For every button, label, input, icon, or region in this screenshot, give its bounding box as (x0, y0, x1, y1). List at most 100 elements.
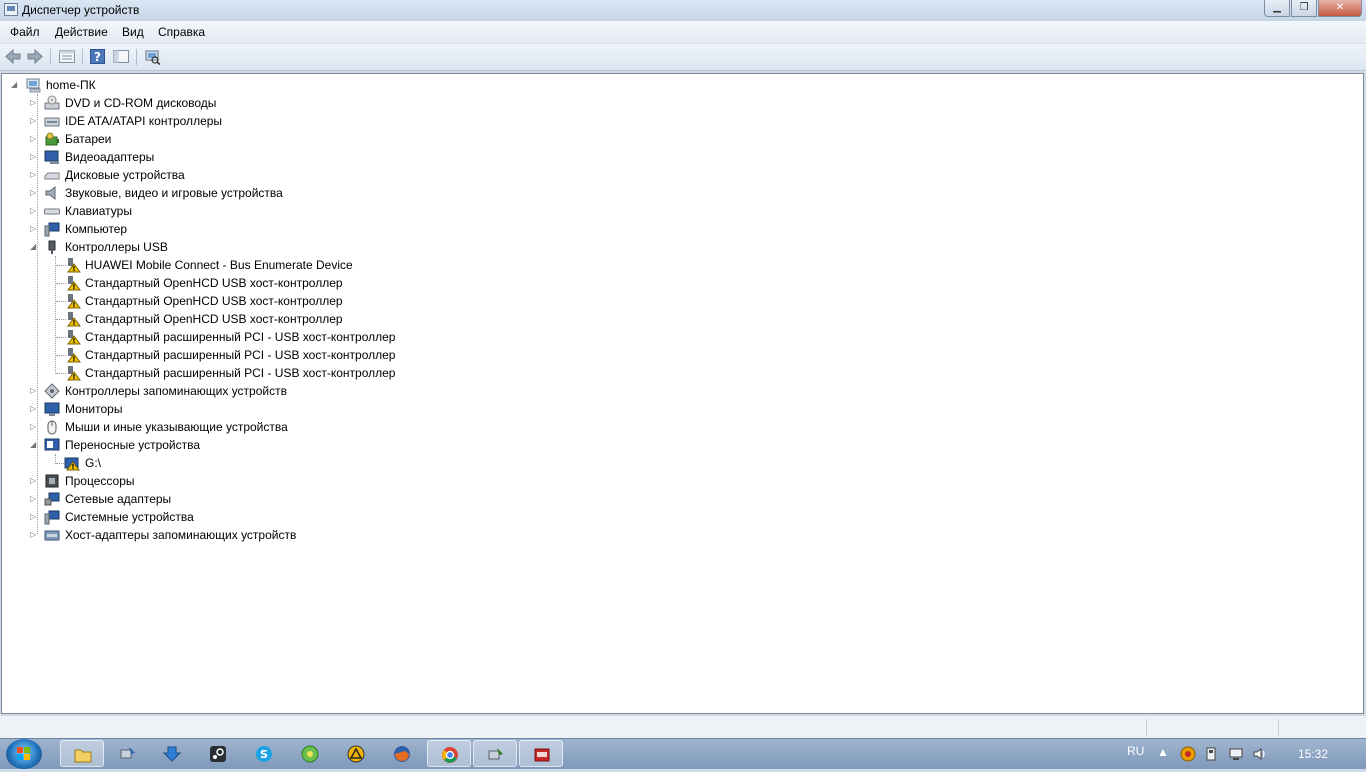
tree-item-label: Хост-адаптеры запоминающих устройств (65, 528, 297, 542)
expand-arrow-icon[interactable]: ▷ (30, 152, 39, 161)
taskbar-app[interactable] (519, 740, 563, 767)
tree-root-label: home-ПК (46, 78, 96, 92)
svg-text:!: ! (72, 283, 75, 291)
tree-item-label: Звуковые, видео и игровые устройства (65, 186, 283, 200)
red-app-icon (534, 748, 550, 762)
start-button[interactable] (6, 739, 42, 769)
expand-arrow-icon[interactable]: ▷ (30, 530, 39, 539)
disk-drive-icon (44, 172, 60, 180)
device-manager-icon (4, 3, 18, 16)
warning-device-icon: ! (67, 294, 81, 309)
network-adapter-icon (44, 492, 60, 506)
tree-item-label: Дисковые устройства (65, 168, 185, 182)
display-adapter-icon (44, 150, 59, 164)
taskbar-steam[interactable] (196, 740, 240, 767)
expand-arrow-icon[interactable]: ▷ (30, 188, 39, 197)
svg-text:!: ! (72, 301, 75, 309)
windows-logo-icon (17, 747, 30, 760)
svg-text:!: ! (71, 463, 74, 471)
expand-arrow-icon[interactable]: ▷ (30, 224, 39, 233)
usb-icon (48, 240, 56, 254)
skype-icon: S (256, 746, 272, 762)
taskbar-device-manager[interactable] (473, 740, 517, 767)
tree-item-label: Переносные устройства (65, 438, 201, 452)
expand-arrow-icon[interactable]: ▷ (30, 98, 39, 107)
collapse-arrow-icon[interactable]: ◢ (30, 440, 39, 449)
computer-icon (44, 222, 60, 237)
tree-item-label: Стандартный расширенный PCI - USB хост-к… (85, 366, 396, 380)
close-button[interactable]: ✕ (1318, 0, 1362, 17)
expand-arrow-icon[interactable]: ▷ (30, 476, 39, 485)
steam-icon (210, 746, 226, 762)
status-bar (0, 715, 1366, 739)
minimize-button[interactable]: ▁ (1264, 0, 1290, 17)
tree-item-label: Батареи (65, 132, 112, 146)
tree-item-label: Видеоадаптеры (65, 150, 155, 164)
expand-arrow-icon[interactable]: ▷ (30, 494, 39, 503)
volume-tray-icon[interactable] (1252, 746, 1268, 762)
expand-arrow-icon[interactable]: ▷ (30, 134, 39, 143)
back-icon[interactable] (4, 48, 22, 65)
battery-icon (45, 132, 59, 146)
storage-controller-icon (44, 383, 60, 399)
scan-hardware-icon[interactable] (143, 48, 161, 65)
download-icon (163, 746, 181, 762)
collapse-arrow-icon[interactable]: ◢ (30, 242, 39, 251)
firefox-icon (394, 746, 410, 762)
taskbar-skype[interactable]: S (242, 740, 286, 767)
forward-icon[interactable] (26, 48, 44, 65)
speaker-icon (45, 185, 56, 201)
portable-device-icon (44, 438, 60, 451)
expand-arrow-icon[interactable]: ▷ (30, 116, 39, 125)
menu-view[interactable]: Вид (122, 25, 144, 39)
taskbar-explorer[interactable] (60, 740, 104, 767)
expand-arrow-icon[interactable]: ▷ (30, 386, 39, 395)
restore-button[interactable]: ❐ (1291, 0, 1317, 17)
taskbar-device-manager-pin[interactable] (106, 740, 150, 767)
mouse-icon (47, 420, 57, 435)
taskbar-games[interactable] (334, 740, 378, 767)
taskbar-chrome[interactable] (427, 740, 471, 767)
tree-item-label: Стандартный OpenHCD USB хост-контроллер (85, 294, 343, 308)
host-adapter-icon (44, 530, 60, 541)
device-tree-pane[interactable]: ◢ home-ПК ▷ DVD и CD-ROM дисководы ▷ IDE… (1, 73, 1364, 714)
warning-drive-icon: ! (64, 457, 80, 471)
svg-text:?: ? (94, 50, 101, 64)
games-icon (347, 745, 365, 763)
menu-action[interactable]: Действие (55, 25, 108, 39)
tree-item-label: Клавиатуры (65, 204, 132, 218)
taskbar-icq[interactable] (288, 740, 332, 767)
usb-tray-icon[interactable] (1204, 746, 1220, 762)
language-indicator[interactable]: RU (1127, 744, 1144, 758)
warning-device-icon: ! (67, 330, 81, 345)
expand-arrow-icon[interactable]: ▷ (30, 422, 39, 431)
menu-file[interactable]: Файл (10, 25, 40, 39)
taskbar-firefox[interactable] (380, 740, 424, 767)
toolbar-separator (136, 49, 137, 65)
computer-icon (26, 78, 41, 93)
menu-help[interactable]: Справка (158, 25, 205, 39)
tree-item-label: Сетевые адаптеры (65, 492, 172, 506)
svg-text:!: ! (72, 373, 75, 381)
show-hidden-icons-arrow-icon[interactable]: ▲ (1157, 745, 1169, 759)
network-tray-icon[interactable] (1228, 746, 1244, 762)
taskbar-download[interactable] (150, 740, 194, 767)
show-hide-icon[interactable] (112, 48, 130, 65)
antivirus-tray-icon[interactable] (1180, 746, 1196, 762)
expand-arrow-icon[interactable]: ▷ (30, 206, 39, 215)
keyboard-icon (44, 208, 60, 215)
expand-arrow-icon[interactable]: ▷ (30, 512, 39, 521)
tree-item-label: Стандартный расширенный PCI - USB хост-к… (85, 330, 396, 344)
warning-device-icon: ! (67, 348, 81, 363)
folder-icon (74, 749, 92, 763)
clock[interactable]: 15:32 (1298, 747, 1328, 761)
properties-icon[interactable] (58, 48, 76, 65)
collapse-arrow-icon[interactable]: ◢ (11, 80, 20, 89)
flower-icon (301, 745, 319, 763)
dvd-drive-icon (44, 95, 60, 110)
expand-arrow-icon[interactable]: ▷ (30, 170, 39, 179)
help-icon[interactable]: ? (89, 48, 107, 65)
svg-text:!: ! (72, 265, 75, 273)
expand-arrow-icon[interactable]: ▷ (30, 404, 39, 413)
system-device-icon (44, 510, 60, 525)
